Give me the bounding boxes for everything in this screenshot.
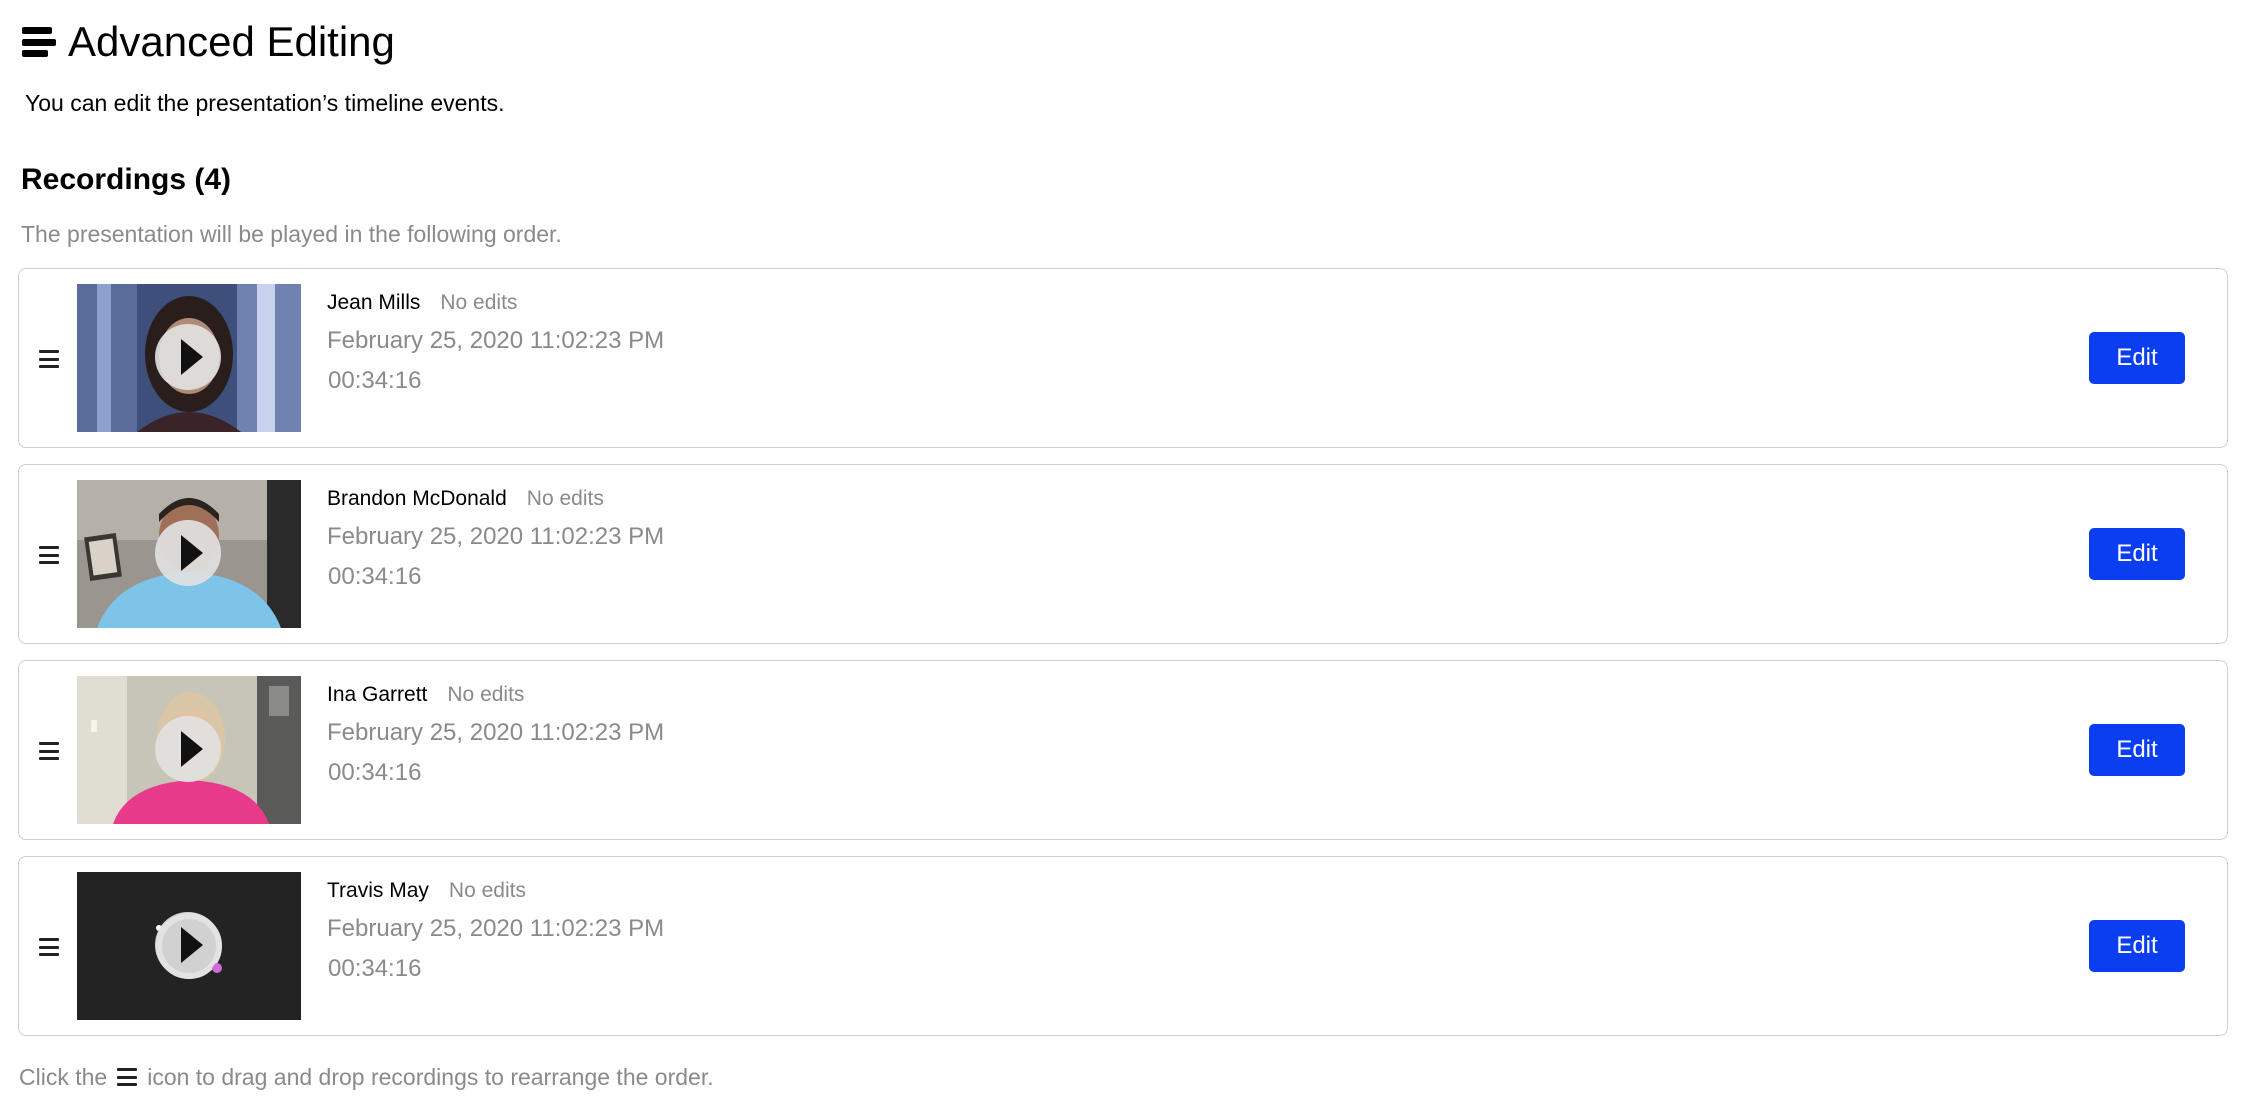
footer-suffix: icon to drag and drop recordings to rear… (147, 1064, 714, 1090)
edit-status: No edits (440, 291, 518, 314)
play-button[interactable] (155, 716, 221, 782)
play-icon (181, 731, 203, 767)
video-thumbnail[interactable] (77, 872, 301, 1020)
recording-datetime: February 25, 2020 11:02:23 PM (327, 327, 665, 354)
recording-card: Brandon McDonald No edits February 25, 2… (18, 464, 2228, 644)
play-icon (181, 535, 203, 571)
edit-button[interactable]: Edit (2089, 724, 2185, 776)
recording-duration: 00:34:16 (328, 367, 422, 394)
recording-info: Brandon McDonald No edits February 25, 2… (327, 485, 664, 593)
edit-status: No edits (447, 683, 525, 706)
recording-info: Jean Mills No edits February 25, 2020 11… (327, 289, 664, 397)
play-button[interactable] (155, 324, 221, 390)
play-button[interactable] (155, 520, 221, 586)
drag-handle-icon[interactable] (39, 742, 59, 760)
recording-card: Ina Garrett No edits February 25, 2020 1… (18, 660, 2228, 840)
recording-name: Brandon McDonald (327, 487, 507, 510)
video-thumbnail[interactable] (77, 676, 301, 824)
recordings-heading: Recordings (4) (21, 163, 232, 196)
recording-name: Travis May (327, 879, 429, 902)
page-header: Advanced Editing (22, 14, 395, 70)
drag-handle-icon[interactable] (39, 938, 59, 956)
drag-handle-icon[interactable] (39, 546, 59, 564)
video-thumbnail[interactable] (77, 480, 301, 628)
recording-datetime: February 25, 2020 11:02:23 PM (327, 523, 665, 550)
footer-prefix: Click the (19, 1064, 108, 1090)
drag-handle-icon[interactable] (39, 350, 59, 368)
drag-instructions: Click the icon to drag and drop recordin… (19, 1062, 714, 1092)
recording-info: Travis May No edits February 25, 2020 11… (327, 877, 664, 985)
edit-button[interactable]: Edit (2089, 920, 2185, 972)
edit-button[interactable]: Edit (2089, 528, 2185, 580)
recordings-subtitle: The presentation will be played in the f… (21, 221, 562, 247)
play-icon (181, 339, 203, 375)
recording-duration: 00:34:16 (328, 759, 422, 786)
recording-card: Travis May No edits February 25, 2020 11… (18, 856, 2228, 1036)
recording-datetime: February 25, 2020 11:02:23 PM (327, 719, 665, 746)
recording-datetime: February 25, 2020 11:02:23 PM (327, 915, 665, 942)
recording-name: Jean Mills (327, 291, 421, 314)
recording-duration: 00:34:16 (328, 563, 422, 590)
drag-handle-icon (117, 1068, 138, 1086)
video-thumbnail[interactable] (77, 284, 301, 432)
recording-info: Ina Garrett No edits February 25, 2020 1… (327, 681, 664, 789)
play-button[interactable] (155, 912, 221, 978)
edit-status: No edits (526, 487, 604, 510)
advanced-editing-page: Advanced Editing You can edit the presen… (0, 0, 2248, 1114)
edit-status: No edits (448, 879, 526, 902)
recording-name: Ina Garrett (327, 683, 428, 706)
editing-menu-icon (22, 27, 56, 57)
recordings-list: Jean Mills No edits February 25, 2020 11… (18, 268, 2230, 1052)
recording-card: Jean Mills No edits February 25, 2020 11… (18, 268, 2228, 448)
recording-duration: 00:34:16 (328, 955, 422, 982)
page-title: Advanced Editing (68, 18, 395, 65)
page-intro: You can edit the presentation’s timeline… (25, 90, 505, 116)
play-icon (181, 927, 203, 963)
edit-button[interactable]: Edit (2089, 332, 2185, 384)
